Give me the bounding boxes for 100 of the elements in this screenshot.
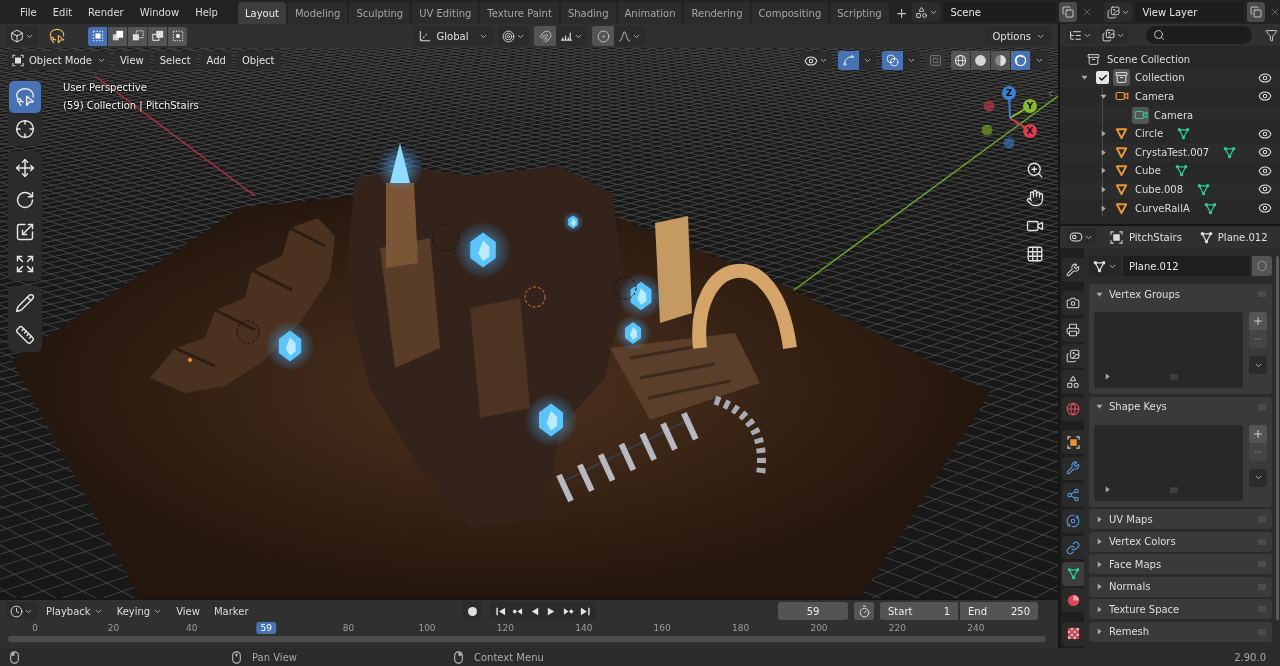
properties-tab[interactable] — [1062, 509, 1084, 534]
copy-button[interactable] — [1059, 2, 1078, 22]
eye-icon[interactable] — [1258, 201, 1272, 216]
sidebar-toggle-icon[interactable] — [1046, 88, 1055, 99]
eye-icon[interactable] — [1258, 163, 1272, 178]
scene-field[interactable]: Scene — [944, 2, 1057, 22]
snap-target-dropdown[interactable] — [556, 26, 588, 46]
proportional-edit-toggle[interactable] — [592, 26, 615, 46]
filter-icon[interactable] — [1265, 28, 1278, 42]
panel-header[interactable]: Vertex Colors — [1089, 531, 1272, 552]
menu-item[interactable]: Window — [131, 2, 188, 22]
workspace-tab[interactable]: Modeling — [287, 2, 348, 24]
selection-mode-button[interactable] — [88, 26, 107, 46]
selection-mode-button[interactable] — [108, 26, 127, 46]
expand-arrow-icon[interactable] — [1096, 605, 1103, 613]
play-reverse-icon[interactable] — [529, 605, 540, 617]
panel-header[interactable]: Shape Keys — [1089, 396, 1272, 417]
gizmo-toggle[interactable] — [838, 51, 859, 70]
expand-arrow-icon[interactable] — [1096, 560, 1103, 568]
properties-tab[interactable] — [1062, 430, 1084, 454]
eye-icon[interactable] — [1258, 182, 1272, 197]
shading-mode-button[interactable] — [971, 51, 990, 70]
selection-mode-button[interactable] — [148, 26, 167, 46]
options-dropdown[interactable]: Options — [985, 26, 1052, 46]
properties-tab[interactable] — [1062, 291, 1084, 316]
hand-icon[interactable] — [1026, 189, 1044, 207]
menu-item[interactable]: Marker — [208, 602, 254, 620]
shading-mode-button[interactable] — [991, 51, 1010, 70]
eye-icon[interactable] — [1258, 70, 1272, 85]
panel-header[interactable]: Remesh — [1089, 621, 1272, 642]
start-frame-field[interactable]: Start 1 — [880, 602, 958, 620]
properties-tab[interactable] — [1062, 535, 1084, 560]
expand-arrow-icon[interactable] — [1099, 185, 1107, 193]
record-button[interactable] — [462, 602, 482, 620]
orientation-dropdown[interactable]: Global — [412, 26, 494, 46]
preview-range-toggle[interactable] — [854, 602, 874, 620]
scene-type-button[interactable] — [1104, 2, 1134, 22]
workspace-tab[interactable]: Texture Paint — [480, 2, 559, 24]
menu-item[interactable]: Help — [187, 2, 226, 22]
play-icon[interactable] — [546, 605, 557, 617]
eye-icon[interactable] — [1258, 145, 1272, 160]
properties-tab[interactable] — [1062, 456, 1084, 481]
properties-tab[interactable] — [1062, 370, 1084, 395]
workspace-tab[interactable]: Animation — [617, 2, 683, 24]
view-layer-field[interactable]: View Layer — [1136, 2, 1245, 22]
mesh-dropdown[interactable] — [1089, 256, 1121, 276]
eye-icon[interactable] — [1258, 126, 1272, 141]
properties-tab[interactable] — [1062, 561, 1084, 586]
playhead[interactable]: 59 — [256, 622, 276, 634]
copy-button[interactable] — [1247, 2, 1266, 22]
scene-type-button[interactable] — [912, 2, 942, 22]
add-button[interactable] — [1249, 312, 1267, 330]
menu-item[interactable]: Keying — [111, 602, 168, 620]
grid-icon[interactable] — [1026, 245, 1044, 263]
menu-item[interactable]: Object — [235, 51, 281, 70]
overlays-toggle[interactable] — [882, 51, 903, 70]
properties-tab[interactable] — [1062, 621, 1084, 646]
properties-tab[interactable] — [1062, 317, 1084, 342]
expand-arrow-icon[interactable] — [1099, 93, 1107, 100]
shading-mode-button[interactable] — [1011, 51, 1030, 70]
skip-start-icon[interactable] — [495, 605, 506, 617]
menu-item[interactable]: View — [114, 51, 150, 70]
panel-header[interactable]: Face Maps — [1089, 554, 1272, 574]
selection-mode-button[interactable] — [168, 26, 187, 46]
menu-item[interactable]: Playback — [41, 602, 108, 620]
editor-type-button[interactable] — [1066, 228, 1096, 246]
expand-arrow-icon[interactable] — [1080, 74, 1088, 82]
mesh-name-field[interactable]: Plane.012 — [1123, 256, 1250, 276]
display-mode-button[interactable] — [1099, 26, 1128, 44]
end-frame-field[interactable]: End 250 — [960, 602, 1038, 620]
menu-item[interactable]: Add — [200, 51, 232, 70]
workspace-tab[interactable]: Scripting — [830, 2, 889, 24]
arrow-icon[interactable] — [1104, 373, 1111, 380]
editor-type-button[interactable] — [6, 602, 37, 620]
workspace-tab[interactable]: Rendering — [684, 2, 750, 24]
search-field[interactable] — [1146, 26, 1252, 44]
snap-toggle[interactable] — [534, 26, 557, 46]
skip-end-icon[interactable] — [580, 605, 591, 617]
properties-tab[interactable] — [1062, 344, 1084, 368]
expand-arrow-icon[interactable] — [1099, 148, 1107, 156]
editor-type-button[interactable] — [1066, 26, 1095, 44]
menu-item[interactable]: Edit — [44, 2, 81, 22]
expand-arrow-icon[interactable] — [1096, 403, 1103, 410]
menu-item[interactable]: Select — [153, 51, 197, 70]
panel-header[interactable]: Vertex Groups — [1089, 284, 1272, 304]
properties-tab[interactable] — [1062, 588, 1084, 613]
falloff-dropdown[interactable] — [614, 26, 646, 46]
add-workspace-button[interactable]: + — [890, 2, 913, 24]
horizontal-scrollbar[interactable] — [8, 636, 1046, 642]
mode-dropdown[interactable]: Object Mode — [8, 51, 110, 70]
workspace-tab[interactable]: UV Editing — [412, 2, 479, 24]
editor-type-button[interactable] — [6, 26, 38, 46]
selection-mode-button[interactable] — [128, 26, 147, 46]
expand-arrow-icon[interactable] — [1096, 538, 1103, 545]
pivot-dropdown[interactable] — [498, 26, 530, 46]
expand-arrow-icon[interactable] — [1096, 515, 1103, 523]
current-frame-field[interactable]: 59 — [778, 602, 848, 620]
properties-tab[interactable] — [1062, 482, 1084, 507]
menu-item[interactable]: View — [171, 602, 205, 620]
expand-arrow-icon[interactable] — [1096, 628, 1103, 635]
